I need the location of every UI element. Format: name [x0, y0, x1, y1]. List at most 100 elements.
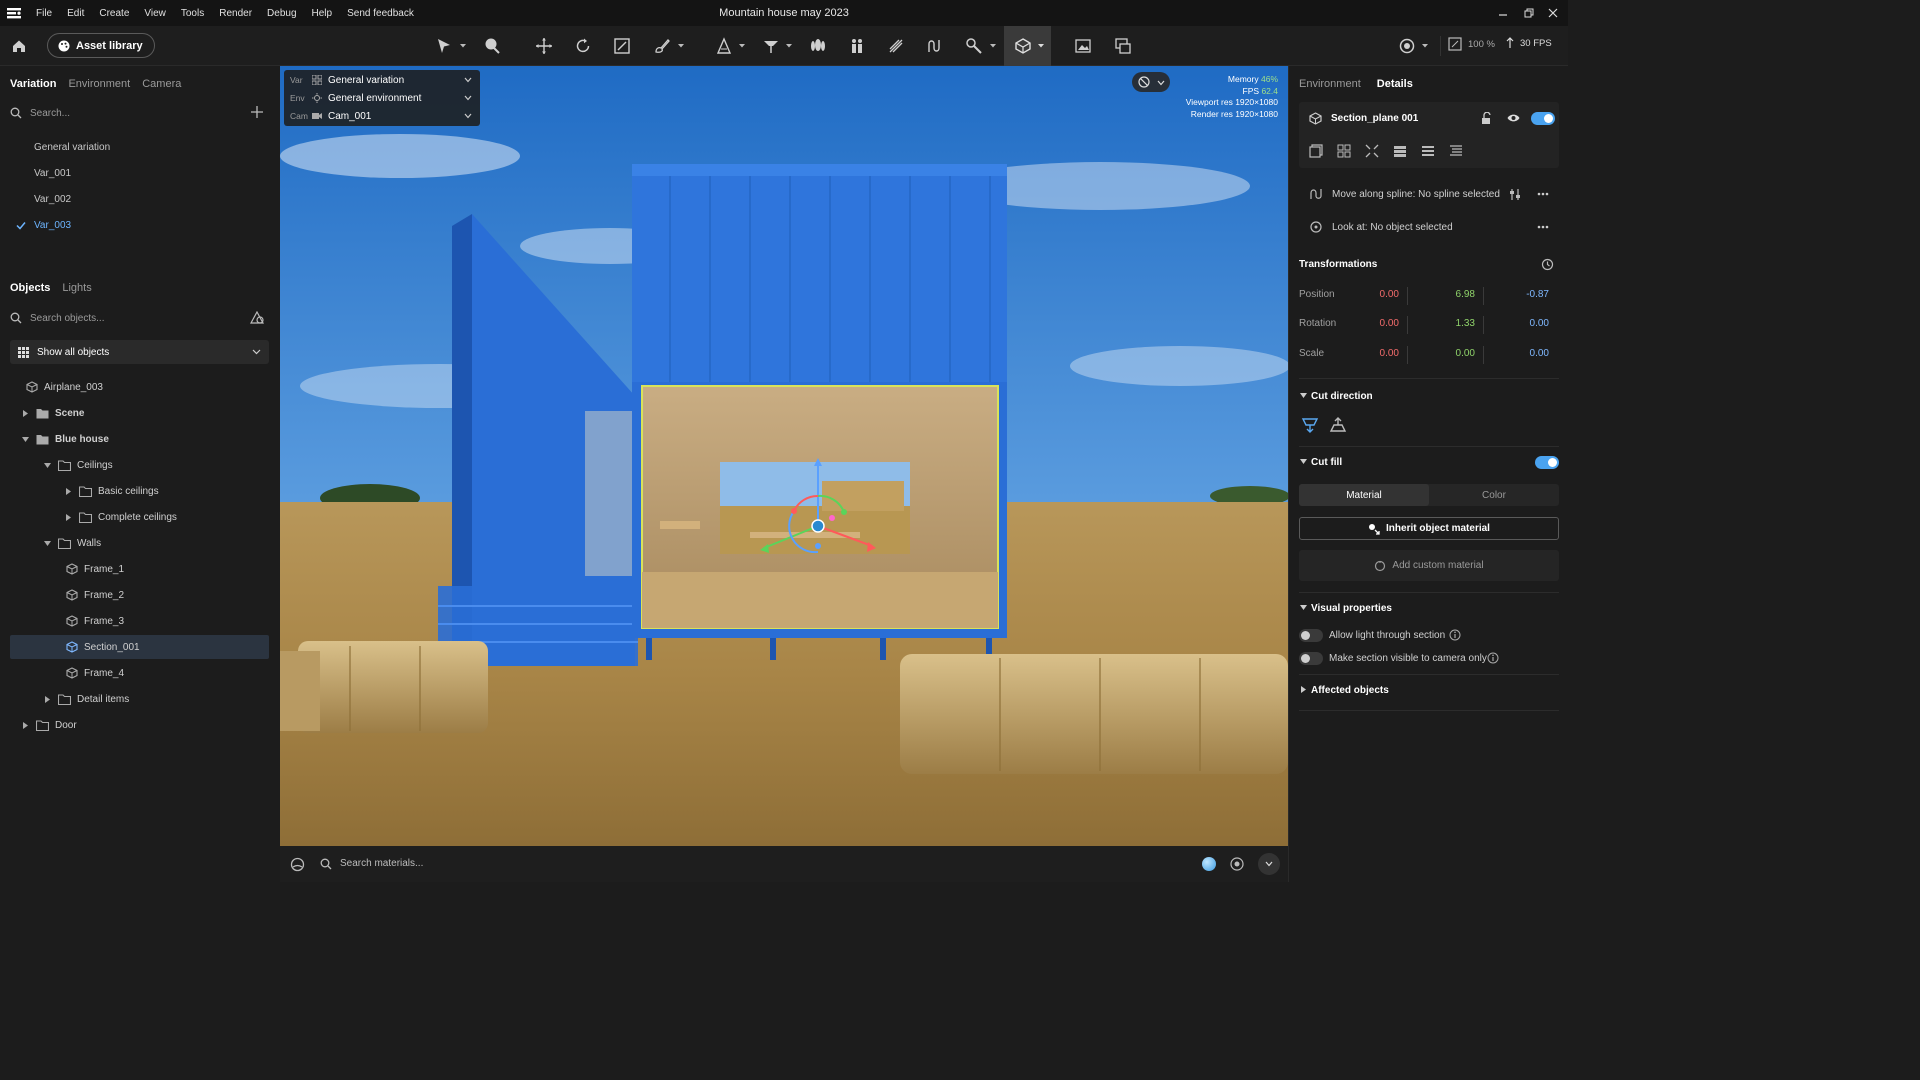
cut-direction-title[interactable]: Cut direction: [1311, 391, 1373, 402]
lamp-icon[interactable]: [758, 34, 784, 58]
more-options-icon[interactable]: [1537, 225, 1549, 229]
look-at-label[interactable]: Look at: No object selected: [1332, 222, 1453, 233]
tab-objects[interactable]: Objects: [10, 282, 50, 294]
info-icon[interactable]: [1449, 629, 1461, 641]
transform-y-input[interactable]: 6.98: [1415, 289, 1475, 300]
tree-item[interactable]: Frame_3: [10, 609, 269, 633]
transform-x-input[interactable]: 0.00: [1339, 318, 1399, 329]
cut-fill-toggle[interactable]: [1535, 456, 1559, 469]
cut-direction-reverse-icon[interactable]: [1329, 416, 1347, 434]
tree-item[interactable]: Airplane_003: [10, 375, 269, 399]
more-options-icon[interactable]: [1537, 192, 1549, 196]
inherit-material-button[interactable]: Inherit object material: [1299, 517, 1559, 540]
fps-limit-control[interactable]: 30 FPS: [1506, 37, 1552, 49]
eye-icon[interactable]: [1507, 113, 1520, 123]
menu-help[interactable]: Help: [312, 8, 333, 19]
tree-item[interactable]: Blue house: [10, 427, 269, 451]
duplicate-icon[interactable]: [1309, 144, 1323, 158]
tab-details[interactable]: Details: [1377, 78, 1413, 90]
chevron-right-icon[interactable]: [1301, 686, 1306, 693]
menu-create[interactable]: Create: [99, 8, 129, 19]
visual-properties-title[interactable]: Visual properties: [1311, 603, 1392, 614]
vegetation-icon[interactable]: [805, 34, 831, 58]
info-icon[interactable]: [1487, 652, 1499, 664]
tree-item[interactable]: Frame_4: [10, 661, 269, 685]
home-icon[interactable]: [6, 34, 32, 58]
menu-debug[interactable]: Debug: [267, 8, 296, 19]
object-search[interactable]: Search objects...: [10, 306, 270, 330]
spline-settings-icon[interactable]: [1509, 188, 1521, 201]
paint-brush-icon[interactable]: [649, 34, 675, 58]
transform-z-input[interactable]: 0.00: [1489, 348, 1549, 359]
lock-icon[interactable]: [1481, 112, 1493, 125]
select-arrow-icon[interactable]: [431, 34, 457, 58]
add-custom-material-button[interactable]: Add custom material: [1299, 550, 1559, 581]
transform-z-input[interactable]: 0.00: [1489, 318, 1549, 329]
chevron-down-icon[interactable]: [20, 434, 30, 444]
3d-viewport[interactable]: Var General variation Env General enviro…: [280, 66, 1288, 846]
scatter-icon[interactable]: [883, 34, 909, 58]
wrench-icon[interactable]: [961, 34, 987, 58]
spline-label[interactable]: Move along spline: No spline selected: [1332, 189, 1500, 200]
camera-selector[interactable]: Cam Cam_001: [284, 107, 480, 125]
fill-tab-color[interactable]: Color: [1429, 484, 1559, 506]
object-search-input[interactable]: Search objects...: [30, 313, 104, 324]
transform-y-input[interactable]: 0.00: [1415, 348, 1475, 359]
tree-item[interactable]: Door: [10, 713, 269, 737]
group-icon[interactable]: [1337, 144, 1351, 158]
tab-environment[interactable]: Environment: [68, 78, 130, 90]
tab-camera[interactable]: Camera: [142, 78, 181, 90]
object-enabled-toggle[interactable]: [1531, 112, 1555, 125]
tree-item[interactable]: Walls: [10, 531, 269, 555]
menu-send-feedback[interactable]: Send feedback: [347, 8, 414, 19]
move-icon[interactable]: [531, 34, 557, 58]
affected-objects-title[interactable]: Affected objects: [1311, 685, 1389, 696]
chevron-down-icon[interactable]: [1300, 393, 1307, 398]
tree-item[interactable]: Scene: [10, 401, 269, 425]
chevron-down-icon[interactable]: [1300, 605, 1307, 610]
measure-icon[interactable]: [711, 34, 737, 58]
material-library-icon[interactable]: [290, 857, 305, 872]
add-variation-icon[interactable]: [251, 106, 263, 118]
render-mode-icon[interactable]: [1394, 34, 1420, 58]
close-icon[interactable]: [1544, 5, 1562, 21]
list-icon[interactable]: [1449, 144, 1463, 158]
material-search-input[interactable]: Search materials...: [340, 858, 423, 869]
variation-selector[interactable]: Var General variation: [284, 71, 480, 89]
transform-z-input[interactable]: -0.87: [1489, 289, 1549, 300]
environment-selector[interactable]: Env General environment: [284, 89, 480, 107]
render-image-icon[interactable]: [1070, 34, 1096, 58]
explode-icon[interactable]: [1365, 144, 1379, 158]
chevron-down-icon[interactable]: [1300, 459, 1307, 464]
tab-environment-details[interactable]: Environment: [1299, 78, 1361, 90]
object-name[interactable]: Section_plane 001: [1331, 113, 1418, 124]
tab-variation[interactable]: Variation: [10, 78, 56, 90]
spline-icon[interactable]: [922, 34, 948, 58]
transform-x-input[interactable]: 0.00: [1339, 348, 1399, 359]
chevron-right-icon[interactable]: [63, 512, 73, 522]
tree-item[interactable]: Ceilings: [10, 453, 269, 477]
tree-item[interactable]: Detail items: [10, 687, 269, 711]
chevron-down-icon[interactable]: [677, 43, 685, 49]
chevron-down-icon[interactable]: [42, 538, 52, 548]
menu-edit[interactable]: Edit: [67, 8, 84, 19]
variation-item-selected[interactable]: Var_003: [34, 220, 71, 231]
tree-item[interactable]: Complete ceilings: [10, 505, 269, 529]
material-sphere-icon[interactable]: [1202, 857, 1216, 871]
distribute-icon[interactable]: [1421, 144, 1435, 158]
fill-tab-material[interactable]: Material: [1299, 484, 1429, 506]
menu-render[interactable]: Render: [219, 8, 252, 19]
reset-transform-icon[interactable]: [1541, 258, 1554, 271]
people-icon[interactable]: [844, 34, 870, 58]
minimize-icon[interactable]: [1494, 5, 1512, 21]
restore-icon[interactable]: [1520, 5, 1538, 21]
app-logo-icon[interactable]: [0, 0, 28, 26]
chevron-down-icon[interactable]: [459, 43, 467, 49]
variation-item[interactable]: General variation: [34, 142, 110, 153]
chevron-right-icon[interactable]: [42, 694, 52, 704]
chevron-down-icon[interactable]: [785, 43, 793, 49]
tree-item[interactable]: Basic ceilings: [10, 479, 269, 503]
variation-item[interactable]: Var_002: [34, 194, 71, 205]
transform-x-input[interactable]: 0.00: [1339, 289, 1399, 300]
camera-only-toggle[interactable]: [1299, 652, 1323, 665]
